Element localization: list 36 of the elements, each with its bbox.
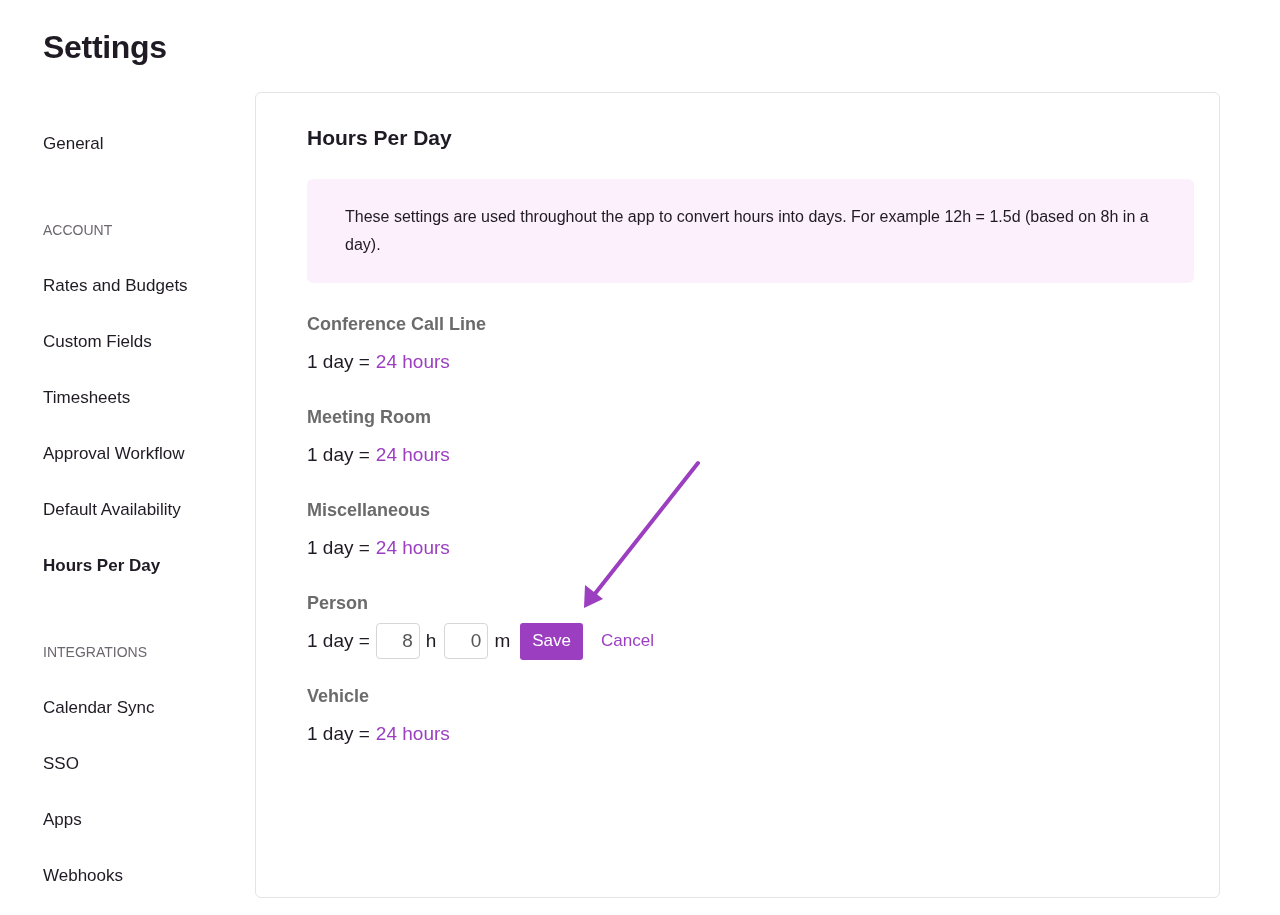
sidebar-item[interactable]: Calendar Sync <box>43 680 255 736</box>
day-label: 1 day = <box>307 351 370 373</box>
day-label: 1 day = <box>307 723 370 745</box>
minutes-unit: m <box>494 630 511 652</box>
day-label: 1 day = <box>307 444 370 466</box>
sidebar-item[interactable]: Apps <box>43 792 255 848</box>
minutes-field[interactable]: 0 <box>444 623 489 659</box>
page-title: Settings <box>43 28 168 67</box>
sidebar-item[interactable]: Webhooks <box>43 848 255 904</box>
info-box: These settings are used throughout the app to convert hours into days. For example 12h = 1.5d (based on 8h in a day). <box>307 179 1194 283</box>
sidebar-item[interactable]: General <box>43 116 255 172</box>
panel-title: Hours Per Day <box>307 125 453 151</box>
hours-field[interactable]: 8 <box>375 623 420 659</box>
day-label: 1 day = <box>307 630 370 652</box>
save-button[interactable]: Save <box>520 622 583 660</box>
hours-link[interactable]: 24 hours <box>375 723 450 745</box>
resource-label: Meeting Room <box>307 406 432 429</box>
hours-unit: h <box>425 630 437 652</box>
sidebar-item[interactable]: Approval Workflow <box>43 426 255 482</box>
sidebar-item[interactable]: Custom Fields <box>43 314 255 370</box>
resource-label: Conference Call Line <box>307 313 488 336</box>
resource-label: Vehicle <box>307 685 371 708</box>
resource-label: Person <box>307 592 370 615</box>
sidebar-item[interactable]: Hours Per Day <box>43 538 255 594</box>
section-heading: INTEGRATIONS <box>43 643 148 662</box>
sidebar-item[interactable]: Default Availability <box>43 482 255 538</box>
sidebar-item[interactable]: Rates and Budgets <box>43 258 255 314</box>
sidebar-item[interactable]: SSO <box>43 736 255 792</box>
sidebar-item[interactable]: Timesheets <box>43 370 255 426</box>
resource-label: Miscellaneous <box>307 499 432 522</box>
hours-link[interactable]: 24 hours <box>375 444 450 466</box>
hours-link[interactable]: 24 hours <box>375 537 450 559</box>
cancel-link[interactable]: Cancel <box>601 631 654 651</box>
section-heading: ACCOUNT <box>43 221 114 240</box>
day-label: 1 day = <box>307 537 370 559</box>
hours-link[interactable]: 24 hours <box>375 351 450 373</box>
